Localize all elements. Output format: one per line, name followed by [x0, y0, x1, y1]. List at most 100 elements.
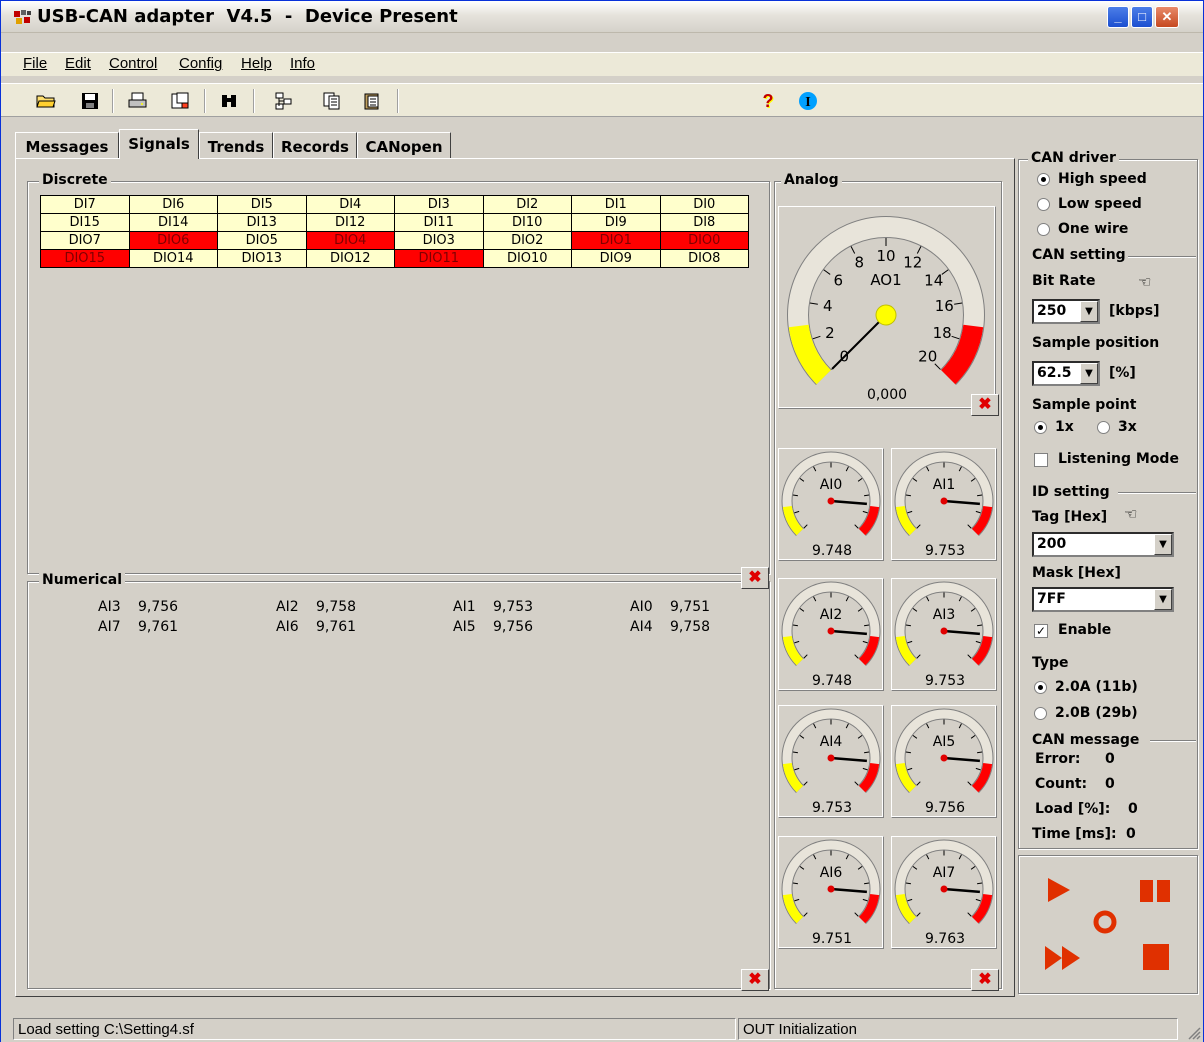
gauge-tick: [975, 640, 981, 644]
save-disk-icon[interactable]: [77, 88, 103, 114]
gauge-tick: [905, 751, 911, 754]
sample-3x-label: 3x: [1118, 419, 1137, 435]
gauge-tick: [794, 640, 800, 644]
resize-grip-icon[interactable]: [1187, 1026, 1201, 1040]
ai1-value: 9.753: [924, 543, 966, 559]
menu-info[interactable]: Info: [290, 55, 315, 72]
minimize-button[interactable]: _: [1107, 6, 1129, 28]
bit-rate-label: Bit Rate: [1032, 273, 1096, 289]
sample-position-select[interactable]: 62.5 ▼: [1032, 361, 1100, 386]
time-label: Time [ms]:: [1032, 826, 1117, 842]
listening-mode-checkbox[interactable]: [1034, 453, 1048, 467]
gauge-panel-ai7: AI7 9.763: [891, 836, 997, 949]
menu-control[interactable]: Control: [109, 55, 157, 72]
bit-rate-select[interactable]: 250 ▼: [1032, 299, 1100, 324]
gauge-tick: [862, 510, 868, 514]
gauge-panel-ai3: AI3 9.753: [891, 578, 997, 691]
menu-config[interactable]: Config: [179, 55, 222, 72]
io-cell-di10: DI10: [482, 213, 572, 232]
info-icon[interactable]: I: [795, 88, 821, 114]
radio-one-wire[interactable]: [1037, 223, 1050, 236]
menu-file[interactable]: File: [23, 55, 47, 72]
tab-records[interactable]: Records: [273, 132, 357, 158]
gauge-name: AI1: [933, 477, 956, 493]
close-discrete-button[interactable]: ✖: [741, 567, 769, 589]
menu-edit[interactable]: Edit: [65, 55, 91, 72]
type-2-0b-label: 2.0B (29b): [1055, 705, 1138, 721]
gauge-tick: [813, 723, 817, 729]
menu-bar: File Edit Control Config Help Info: [1, 52, 1203, 76]
help-icon[interactable]: ?: [755, 88, 781, 114]
close-icon: ✕: [1161, 9, 1173, 24]
menu-help[interactable]: Help: [241, 55, 272, 72]
enable-checkbox[interactable]: ✓: [1034, 624, 1048, 638]
close-analog-button[interactable]: ✖: [971, 969, 999, 991]
radio-low-speed[interactable]: [1037, 198, 1050, 211]
discrete-row: DIO15 DIO14 DIO13 DIO12 DIO11 DIO10 DIO9 DIO8: [40, 249, 749, 268]
tag-label: Tag [Hex]: [1032, 509, 1108, 525]
play-icon[interactable]: [1046, 877, 1072, 903]
radio-type-2-0a[interactable]: [1034, 681, 1047, 694]
gauge-needle: [943, 756, 980, 763]
close-ao1-button[interactable]: ✖: [971, 394, 999, 416]
tree-icon[interactable]: [271, 88, 297, 114]
ai5-gauge: AI5: [894, 708, 994, 793]
divider: [1128, 256, 1196, 258]
error-value: 0: [1105, 751, 1115, 767]
gauge-tick: [792, 624, 798, 627]
copy-icon[interactable]: [319, 88, 345, 114]
tab-signals[interactable]: Signals: [119, 129, 199, 159]
tab-canopen[interactable]: CANopen: [357, 132, 451, 158]
clipboard-icon[interactable]: [359, 88, 385, 114]
close-numerical-button[interactable]: ✖: [741, 969, 769, 991]
radio-sample-3x[interactable]: [1097, 421, 1110, 434]
ai2-value: 9.748: [811, 673, 853, 689]
io-cell-di14: DI14: [128, 213, 218, 232]
title-bar[interactable]: USB-CAN adapter V4.5 - Device Present _ …: [1, 1, 1203, 33]
gauge-name: AI6: [820, 865, 843, 881]
gauge-tick: [803, 654, 808, 659]
print-preview-icon[interactable]: [125, 88, 151, 114]
gauge-tick: [954, 302, 963, 305]
dropdown-arrow-icon[interactable]: ▼: [1154, 534, 1172, 555]
sample-1x-label: 1x: [1055, 419, 1074, 435]
tab-messages[interactable]: Messages: [15, 132, 119, 158]
tab-trends[interactable]: Trends: [199, 132, 273, 158]
dropdown-arrow-icon[interactable]: ▼: [1080, 363, 1098, 384]
gauge-tick: [799, 607, 805, 612]
fast-forward-icon[interactable]: [1044, 945, 1082, 971]
close-button[interactable]: ✕: [1155, 6, 1179, 28]
io-cell-dio9: DIO9: [571, 249, 661, 268]
io-cell-dio5: DIO5: [217, 231, 307, 250]
discrete-io-table: DI7 DI6 DI5 DI4 DI3 DI2 DI1 DI0 DI15 DI14 DI13 DI12…: [40, 195, 749, 268]
find-binoculars-icon[interactable]: [216, 88, 242, 114]
gauge-hub: [827, 885, 835, 893]
id-setting-label: ID setting: [1032, 484, 1110, 500]
pause-icon[interactable]: [1139, 879, 1171, 903]
tag-select[interactable]: 200 ▼: [1032, 532, 1174, 557]
dropdown-arrow-icon[interactable]: ▼: [1154, 589, 1172, 610]
gauge-tick: [975, 898, 981, 902]
dropdown-arrow-icon[interactable]: ▼: [1080, 301, 1098, 322]
gauge-hub: [827, 627, 835, 635]
maximize-button[interactable]: □: [1131, 6, 1153, 28]
export-icon[interactable]: [167, 88, 193, 114]
gauge-needle: [943, 499, 980, 506]
numeric-name-ai6: AI6: [276, 619, 299, 635]
gauge-tick: [857, 607, 863, 612]
gauge-panel-ai0: AI0 9.748: [778, 448, 884, 561]
gauge-tick: [975, 767, 981, 771]
radio-type-2-0b[interactable]: [1034, 707, 1047, 720]
io-cell-di4: DI4: [305, 195, 395, 214]
radio-sample-1x[interactable]: [1034, 421, 1047, 434]
gauge-tick: [854, 654, 859, 659]
radio-high-speed[interactable]: [1037, 173, 1050, 186]
gauge-tick: [907, 640, 913, 644]
gauge-name: AI2: [820, 607, 843, 623]
gauge-tick: [977, 751, 983, 754]
gauge-hub: [827, 497, 835, 505]
mask-select[interactable]: 7FF ▼: [1032, 587, 1174, 612]
record-icon[interactable]: [1092, 909, 1118, 935]
open-folder-icon[interactable]: [33, 88, 59, 114]
stop-icon[interactable]: [1142, 943, 1170, 971]
